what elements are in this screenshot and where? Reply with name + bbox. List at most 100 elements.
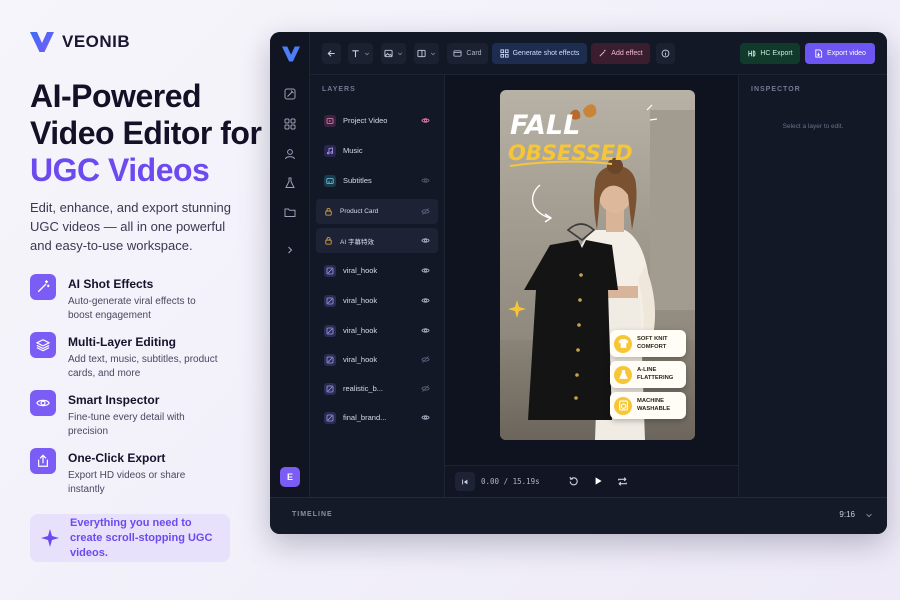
feature-desc: Fine-tune every detail with precision [68, 412, 185, 437]
layer-name: Music [343, 146, 363, 155]
grid-rail-icon[interactable] [284, 118, 296, 130]
folder-rail-icon[interactable] [284, 206, 296, 218]
headline-line-1: FALL [510, 110, 580, 141]
inspector-panel: INSPECTOR Select a layer to edit. [738, 75, 887, 497]
eye-icon[interactable] [421, 116, 430, 125]
timeline-bar[interactable]: TIMELINE 9:16 [270, 497, 887, 534]
brand: VEONIB [30, 32, 130, 52]
video-preview[interactable]: FALL OBSESSED SOFT KNIT COMFORT A-LINE FLA… [500, 90, 695, 440]
brand-name: VEONIB [62, 32, 131, 51]
feature-desc: Export HD videos or share instantly [68, 470, 186, 495]
eye-icon[interactable] [421, 296, 430, 305]
aspect-ratio-select[interactable]: 9:16 [839, 510, 855, 519]
export-video-button[interactable]: Export video [805, 43, 875, 64]
clip-icon [324, 411, 336, 424]
back-button[interactable] [322, 43, 341, 64]
layer-item[interactable]: Subtitles [316, 168, 438, 193]
expand-chevron-icon[interactable] [284, 244, 296, 256]
chevron-down-icon[interactable] [865, 511, 873, 519]
eye-icon[interactable] [421, 266, 430, 275]
hd-icon [748, 50, 756, 57]
layout-tool-button[interactable] [414, 43, 439, 64]
layer-item[interactable]: viral_hook [316, 318, 438, 343]
eye-off-icon[interactable] [421, 384, 430, 393]
card-button-label: Card [466, 50, 482, 57]
add-effect-button[interactable]: Add effect [591, 43, 650, 64]
layer-item[interactable]: viral_hook [316, 347, 438, 372]
media-tool-button[interactable] [381, 43, 406, 64]
eye-icon[interactable] [421, 176, 430, 185]
layer-item[interactable]: realistic_b... [316, 376, 438, 401]
card-icon [453, 50, 462, 57]
transport-bar: 0.00 / 15.19s [445, 465, 738, 497]
layer-item[interactable]: Product Card [316, 199, 438, 224]
layer-item[interactable]: AI 字幕特效 [316, 228, 438, 253]
hd-export-label: HC Export [760, 50, 793, 57]
eye-icon [30, 390, 56, 416]
clip-icon [324, 294, 336, 307]
eye-off-icon[interactable] [421, 355, 430, 364]
feature-item: Multi-Layer Editing Add text, music, sub… [30, 332, 218, 390]
skip-start-button[interactable] [455, 472, 475, 491]
clip-icon [324, 324, 336, 337]
inspector-title: INSPECTOR [751, 86, 801, 93]
feature-desc: Auto-generate viral effects to boost eng… [68, 296, 196, 321]
lock-icon [325, 208, 332, 216]
hero-subcopy: Edit, enhance, and export stunning UGC v… [30, 200, 231, 253]
subtitles-icon [324, 174, 336, 187]
layer-item[interactable]: final_brand... [316, 405, 438, 430]
flask-rail-icon[interactable] [284, 177, 296, 189]
layer-name: final_brand... [343, 413, 387, 422]
eye-off-icon[interactable] [421, 207, 430, 216]
wand-icon [599, 49, 606, 57]
clip-icon [324, 264, 336, 277]
video-icon [324, 114, 336, 127]
magic-wand-icon [30, 274, 56, 300]
brand-logo-icon [30, 32, 54, 52]
skip-back-icon [462, 479, 468, 484]
hero-headline: AI-Powered Video Editor for UGC Videos [30, 78, 262, 189]
layer-name: viral_hook [343, 296, 378, 305]
layer-item[interactable]: viral_hook [316, 288, 438, 313]
eye-icon[interactable] [421, 326, 430, 335]
layer-name: Subtitles [343, 176, 372, 185]
layer-name: Project Video [343, 116, 388, 125]
chevron-down-icon [397, 52, 403, 56]
layer-item[interactable]: Project Video [316, 108, 438, 133]
hd-export-button[interactable]: HC Export [740, 43, 800, 64]
clip-icon [324, 382, 336, 395]
effects-rail-icon[interactable] [284, 88, 296, 100]
text-tool-button[interactable] [348, 43, 373, 64]
feature-item: One-Click Export Export HD videos or sha… [30, 448, 218, 506]
export-icon [30, 448, 56, 474]
layer-name: Product Card [340, 208, 379, 215]
badge-line-1: SOFT KNIT [637, 336, 668, 342]
layers-icon [30, 332, 56, 358]
eye-icon[interactable] [421, 236, 430, 245]
nav-rail: E [270, 32, 310, 497]
loop-icon[interactable] [617, 476, 628, 487]
user-avatar[interactable]: E [280, 467, 300, 487]
eye-icon[interactable] [421, 413, 430, 422]
layers-panel: LAYERS Project Video Music Subtitles Pro… [310, 75, 445, 497]
badge-line-2: WASHABLE [637, 405, 671, 412]
generate-shot-effects-button[interactable]: Generate shot effects [492, 43, 587, 64]
card-button[interactable]: Card [447, 43, 488, 64]
feature-item: Smart Inspector Fine-tune every detail w… [30, 390, 218, 448]
timeline-label: TIMELINE [292, 511, 333, 518]
editor-window: E Card Generate shot effects Add effect … [270, 32, 887, 534]
product-badge: SOFT KNIT COMFORT [610, 330, 686, 357]
user-rail-icon[interactable] [284, 148, 296, 160]
hero-line-1: AI-Powered [30, 78, 202, 114]
layer-item[interactable]: viral_hook [316, 258, 438, 283]
layer-item[interactable]: Music [316, 138, 438, 163]
layers-title: LAYERS [322, 86, 356, 93]
restart-icon[interactable] [568, 476, 579, 487]
layout-icon [417, 49, 426, 58]
play-icon[interactable] [592, 475, 604, 487]
info-button[interactable] [656, 43, 675, 64]
badge-line-1: A-LINE [637, 367, 657, 373]
feature-title: Smart Inspector [68, 393, 160, 407]
feature-title: Multi-Layer Editing [68, 335, 176, 349]
text-icon [352, 50, 359, 58]
